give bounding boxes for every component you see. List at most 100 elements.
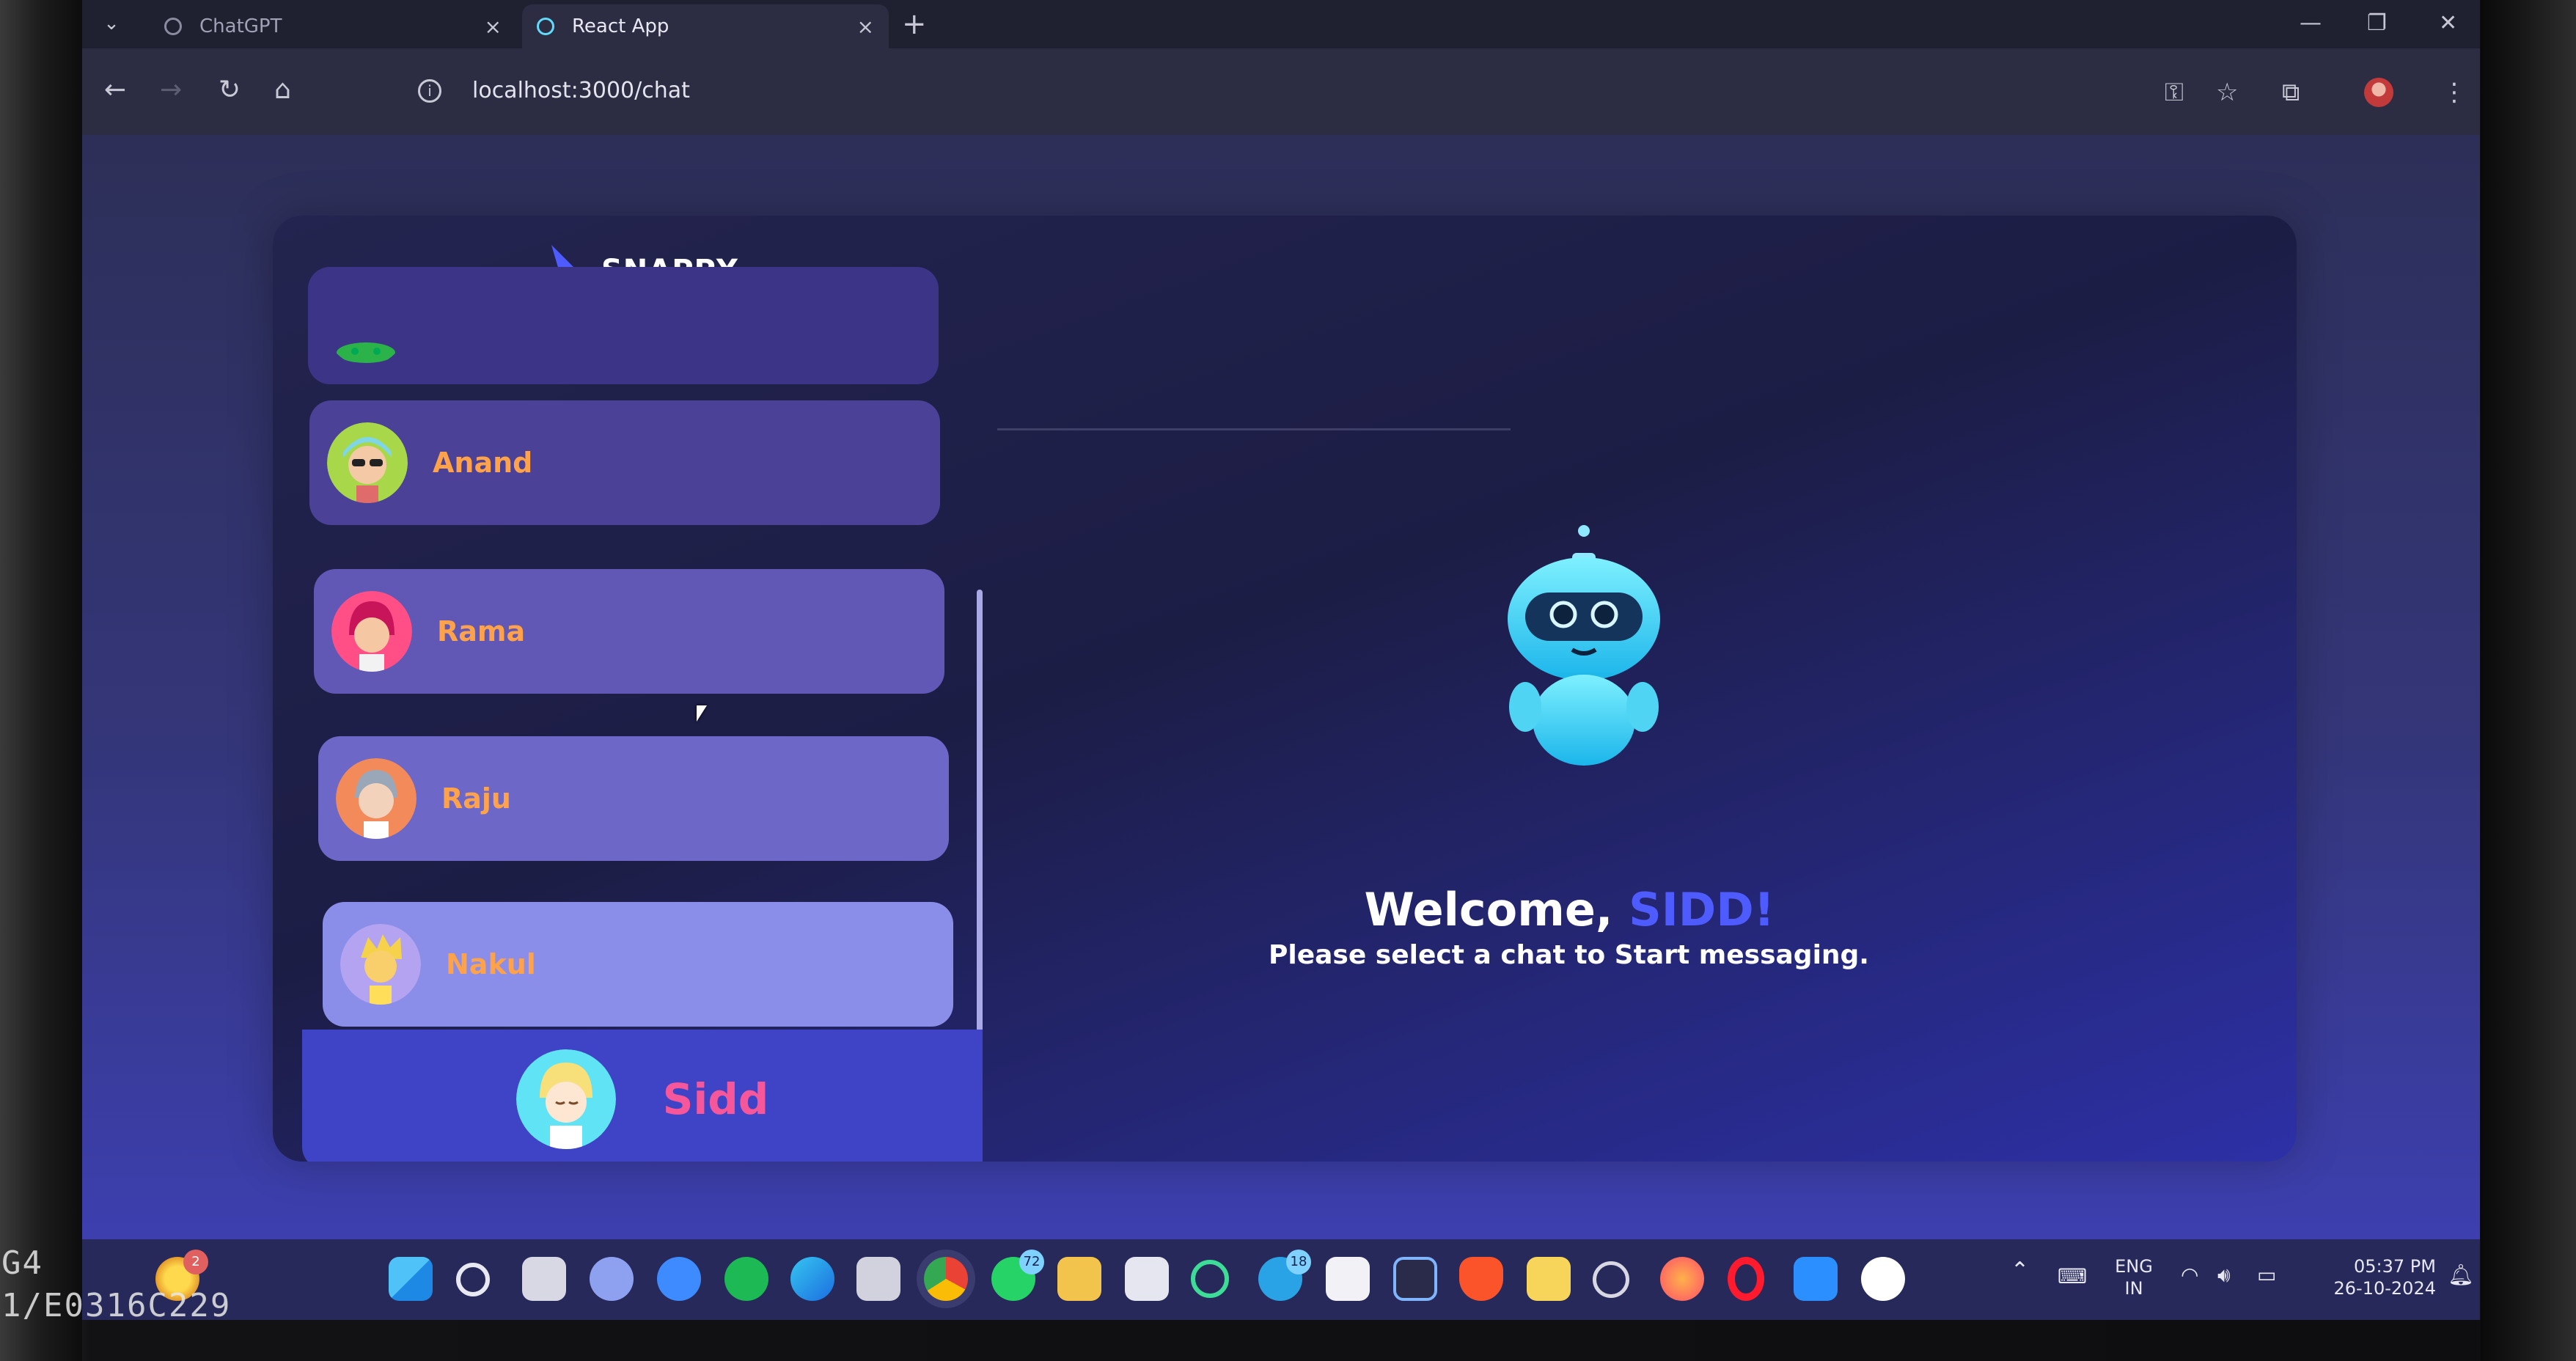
sync-icon[interactable] [1593,1261,1629,1298]
welcome-prefix: Welcome, [1364,883,1629,936]
menu-kebab-icon[interactable]: ⋮ [2442,78,2467,107]
notepad-icon[interactable] [1125,1257,1169,1301]
react-favicon-icon [537,18,554,35]
contact-name: Nakul [446,948,536,980]
windows-taskbar: 2 72 18 ⌃ ⌨ ENG IN ◠ 🔊︎ ▭ 05:37 PM 26-10… [82,1239,2480,1320]
back-icon[interactable]: ← [104,75,126,105]
chevron-up-icon[interactable]: ⌃ [2011,1260,2029,1282]
search-icon[interactable] [456,1263,490,1296]
reload-icon[interactable]: ↻ [219,75,241,105]
notification-bell-icon[interactable]: 🔔︎ [2448,1264,2474,1286]
avatar [327,422,408,503]
current-user-name: Sidd [662,1074,769,1124]
avatar [340,924,421,1005]
language-line1: ENG [2115,1256,2153,1277]
welcome-username: SIDD! [1629,883,1775,936]
current-user-panel: Sidd [302,1030,983,1162]
chrome-icon[interactable] [924,1257,968,1301]
robot-illustration [1508,525,1660,766]
contact-item-partial[interactable] [308,267,939,384]
divider [997,428,1511,430]
contact-name: Rama [437,615,526,648]
spotify-icon[interactable] [724,1257,768,1301]
site-info-icon[interactable]: i [418,79,441,103]
language-indicator[interactable]: ENG IN [2105,1255,2163,1299]
contact-item-raju[interactable]: Raju [318,736,949,861]
restore-icon[interactable]: ❐ [2367,10,2387,36]
keyboard-icon[interactable]: ⌨ [2058,1266,2087,1288]
whatsapp-badge: 72 [1019,1250,1044,1274]
new-tab-button[interactable]: + [902,7,927,41]
welcome-panel: Welcome, SIDD! Please select a chat to S… [983,216,2297,1162]
refresh-app-icon[interactable] [1191,1260,1229,1298]
avatar [331,591,412,672]
welcome-subtitle: Please select a chat to Start messaging. [1269,940,1869,970]
address-bar[interactable]: i localhost:3000/chat [331,65,2106,117]
tab-search-chevron-icon[interactable]: ⌄ [95,7,128,40]
avatar [326,285,406,366]
screen: ⌄ ChatGPT × React App × + — ❐ ✕ ← → ↻ ⌂ … [82,0,2480,1320]
watermark-line2: 1/E0316C229 [1,1287,232,1324]
mouse-cursor-icon [697,705,707,722]
ollama-icon[interactable] [1861,1257,1905,1301]
chat-app-container: SNAPPY [273,216,2297,1162]
opera-icon[interactable] [1728,1257,1764,1301]
wifi-icon[interactable]: ◠ [2181,1264,2198,1286]
tab-react-app[interactable]: React App × [522,4,889,48]
contact-item-rama[interactable]: Rama [314,569,944,694]
vscode-icon[interactable] [1794,1257,1838,1301]
profile-avatar[interactable] [2364,78,2393,107]
file-explorer-icon[interactable] [1057,1257,1101,1301]
watermark-line1: G4 [1,1244,43,1282]
welcome-heading: Welcome, SIDD! [983,883,1775,936]
url-text[interactable]: localhost:3000/chat [472,78,690,103]
close-icon[interactable]: × [485,15,502,39]
window-close-icon[interactable]: ✕ [2439,10,2457,36]
bookmark-star-icon[interactable]: ☆ [2216,78,2238,107]
clock[interactable]: 05:37 PM 26-10-2024 [2289,1255,2436,1299]
browser-toolbar: ← → ↻ ⌂ i localhost:3000/chat ⚿ ☆ ⧉ ⋮ [82,48,2480,135]
store-icon[interactable] [856,1257,900,1301]
telegram-badge: 18 [1286,1250,1311,1274]
contact-name: Anand [433,447,533,479]
telegram-icon[interactable]: 18 [1258,1250,1311,1301]
browser-tab-strip: ⌄ ChatGPT × React App × + — ❐ ✕ [82,0,2480,48]
contact-item-anand[interactable]: Anand [309,400,940,525]
password-key-icon[interactable]: ⚿ [2165,78,2184,107]
minimize-icon[interactable]: — [2300,10,2322,36]
edge-icon[interactable] [790,1257,834,1301]
extensions-icon[interactable]: ⧉ [2282,78,2300,107]
battery-icon[interactable]: ▭ [2257,1264,2276,1286]
intellij-icon[interactable] [1393,1257,1437,1301]
tab-chatgpt[interactable]: ChatGPT × [150,4,516,48]
chat-icon[interactable] [590,1257,634,1301]
whatsapp-icon[interactable]: 72 [991,1250,1044,1301]
current-user-avatar [515,1049,616,1149]
photo-frame: ⌄ ChatGPT × React App × + — ❐ ✕ ← → ↻ ⌂ … [0,0,2576,1361]
home-icon[interactable]: ⌂ [274,75,291,105]
camera-watermark: G4 1/E0316C229 [1,1242,231,1327]
contacts-panel: SNAPPY [273,216,983,1162]
powerpoint-icon[interactable] [1326,1257,1370,1301]
brave-icon[interactable] [1459,1257,1503,1301]
language-line2: IN [2124,1278,2143,1299]
monitor-bezel-right [2481,0,2576,1361]
clock-time: 05:37 PM [2354,1256,2436,1277]
snipping-tool-icon[interactable] [1527,1257,1571,1301]
forward-icon[interactable]: → [160,75,182,105]
volume-icon[interactable]: 🔊︎ [2217,1264,2231,1286]
close-icon[interactable]: × [857,15,874,39]
chatgpt-favicon-icon [164,18,182,35]
contact-list[interactable]: Anand Rama Raju Nakul [273,267,983,1118]
contact-name: Raju [441,782,511,815]
firefox-icon[interactable] [1660,1257,1704,1301]
tab-title: React App [572,15,669,37]
avatar [336,758,417,839]
task-view-icon[interactable] [522,1257,566,1301]
clock-date: 26-10-2024 [2333,1278,2436,1299]
windows-start-icon[interactable] [389,1257,433,1301]
page-viewport: SNAPPY [82,135,2480,1247]
tab-title: ChatGPT [199,15,282,37]
zoom-icon[interactable] [657,1257,701,1301]
contact-item-nakul[interactable]: Nakul [323,902,953,1027]
